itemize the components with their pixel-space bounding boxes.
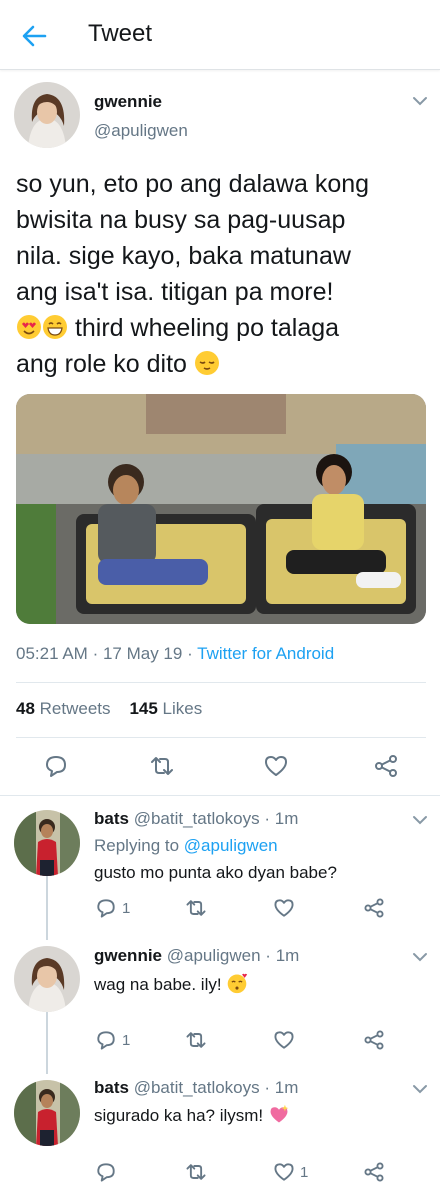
retweet-icon[interactable] bbox=[184, 1028, 208, 1052]
reply-text: sigurado ka ha? ilysm! bbox=[94, 1103, 290, 1126]
app-bar: Tweet bbox=[0, 0, 440, 70]
retweets-count[interactable]: 48 bbox=[16, 699, 35, 718]
reply-author: gwennie @apuligwen · 1m bbox=[94, 946, 299, 966]
like-heart-icon[interactable] bbox=[272, 896, 296, 920]
share-icon[interactable] bbox=[372, 752, 400, 780]
likes-label[interactable]: Likes bbox=[163, 699, 203, 718]
reply-icon[interactable] bbox=[94, 1160, 118, 1184]
share-icon[interactable] bbox=[362, 1160, 386, 1184]
retweet-icon[interactable] bbox=[148, 752, 176, 780]
tweet-text-line: bwisita na busy sa pag-uusap bbox=[16, 206, 346, 234]
divider bbox=[0, 795, 440, 796]
divider bbox=[16, 737, 426, 738]
kissing-emoji bbox=[228, 973, 248, 994]
reply-icon[interactable] bbox=[94, 896, 118, 920]
tweet-text-line: ang isa't isa. titigan pa more! bbox=[16, 278, 334, 306]
tweet-text-line: so yun, eto po ang dalawa kong bbox=[16, 170, 370, 198]
reply-author-handle[interactable]: @batit_tatlokoys bbox=[134, 1078, 260, 1097]
share-icon[interactable] bbox=[362, 896, 386, 920]
reply-time: 1m bbox=[274, 809, 299, 828]
tweet-stats: 48 Retweets 145 Likes bbox=[16, 699, 202, 719]
retweet-icon[interactable] bbox=[184, 1160, 208, 1184]
thread-line bbox=[46, 1012, 48, 1074]
thread-line bbox=[46, 876, 48, 940]
reply-count: 1 bbox=[122, 1032, 131, 1049]
tweet-meta: 05:21 AM · 17 May 19 · Twitter for Andro… bbox=[16, 644, 334, 664]
likes-count[interactable]: 145 bbox=[129, 699, 157, 718]
reply-author-name[interactable]: bats bbox=[94, 809, 129, 828]
replying-to-link[interactable]: @apuligwen bbox=[184, 836, 278, 855]
tweet-text-line-with-emoji: ang role ko dito bbox=[16, 346, 426, 382]
reply-icon[interactable] bbox=[94, 1028, 118, 1052]
replying-to-label: Replying to bbox=[94, 836, 180, 855]
tweet-text-line: ang role ko dito bbox=[16, 350, 187, 378]
avatar[interactable] bbox=[14, 82, 80, 148]
reply-author: bats @batit_tatlokoys · 1m bbox=[94, 1078, 298, 1098]
meta-separator: · bbox=[92, 644, 103, 663]
meta-separator: · bbox=[187, 644, 198, 663]
sparkling-heart-emoji bbox=[270, 1104, 289, 1123]
meta-separator: · bbox=[259, 1078, 275, 1097]
author-name[interactable]: gwennie bbox=[94, 92, 162, 112]
reply-author-name[interactable]: bats bbox=[94, 1078, 129, 1097]
reply-text: wag na babe. ily! bbox=[94, 972, 248, 995]
meta-separator: · bbox=[259, 809, 275, 828]
reply-icon[interactable] bbox=[42, 752, 70, 780]
tweet-text-line: third wheeling po talaga bbox=[74, 314, 340, 342]
tweet-time: 05:21 AM bbox=[16, 644, 88, 663]
like-heart-icon[interactable] bbox=[272, 1028, 296, 1052]
reply-author-handle[interactable]: @apuligwen bbox=[167, 946, 261, 965]
reply-count: 1 bbox=[122, 900, 131, 917]
reply-time: 1m bbox=[274, 1078, 299, 1097]
reply-time: 1m bbox=[275, 946, 300, 965]
reply-text: gusto mo punta ako dyan babe? bbox=[94, 863, 337, 882]
reply-author-handle[interactable]: @batit_tatlokoys bbox=[134, 809, 260, 828]
reply-text-content: wag na babe. ily! bbox=[94, 975, 222, 994]
page-title: Tweet bbox=[88, 20, 153, 47]
like-count: 1 bbox=[300, 1164, 309, 1181]
reply-author: bats @batit_tatlokoys · 1m bbox=[94, 809, 298, 829]
chevron-down-icon[interactable] bbox=[412, 1084, 428, 1094]
photo-image bbox=[16, 394, 426, 624]
tweet-text: so yun, eto po ang dalawa kong bwisita n… bbox=[16, 166, 426, 382]
grinning-emoji bbox=[43, 315, 67, 339]
avatar[interactable] bbox=[14, 810, 80, 876]
tweet-text-line-with-emoji: third wheeling po talaga bbox=[16, 310, 426, 346]
like-heart-icon[interactable] bbox=[272, 1160, 296, 1184]
author-handle[interactable]: @apuligwen bbox=[94, 121, 188, 141]
chevron-down-icon[interactable] bbox=[412, 96, 428, 106]
heart-eyes-emoji bbox=[17, 315, 41, 339]
like-heart-icon[interactable] bbox=[262, 752, 290, 780]
meta-separator: · bbox=[260, 946, 276, 965]
avatar[interactable] bbox=[14, 1080, 80, 1146]
divider bbox=[16, 682, 426, 683]
tweet-source-link[interactable]: Twitter for Android bbox=[197, 644, 334, 663]
avatar[interactable] bbox=[14, 946, 80, 1012]
chevron-down-icon[interactable] bbox=[412, 952, 428, 962]
tweet-date: 17 May 19 bbox=[102, 644, 183, 663]
retweet-icon[interactable] bbox=[184, 896, 208, 920]
reply-text-content: sigurado ka ha? ilysm! bbox=[94, 1106, 264, 1125]
share-icon[interactable] bbox=[362, 1028, 386, 1052]
relieved-emoji bbox=[194, 351, 219, 375]
reply-author-name[interactable]: gwennie bbox=[94, 946, 162, 965]
tweet-photo[interactable] bbox=[16, 394, 426, 624]
tweet-text-line: nila. sige kayo, baka matunaw bbox=[16, 242, 351, 270]
retweets-label[interactable]: Retweets bbox=[40, 699, 111, 718]
replying-to: Replying to @apuligwen bbox=[94, 836, 278, 856]
back-arrow-icon[interactable] bbox=[18, 20, 50, 52]
chevron-down-icon[interactable] bbox=[412, 815, 428, 825]
